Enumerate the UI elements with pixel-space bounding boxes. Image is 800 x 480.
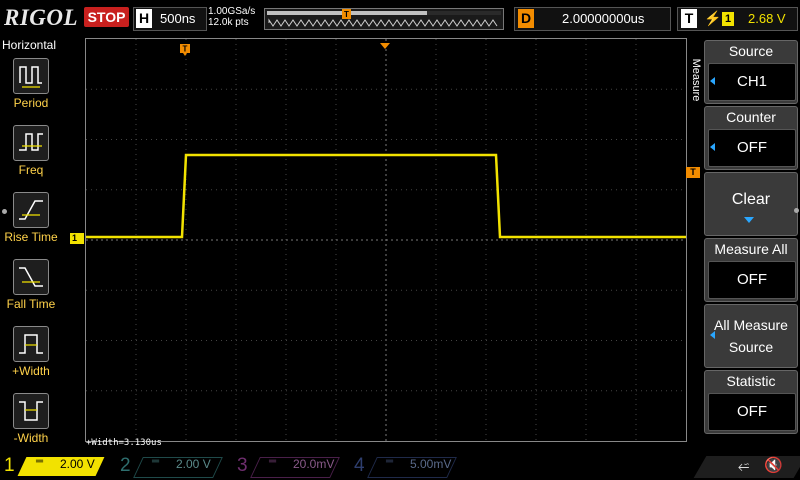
channel-status-bar: 1 ═ 2.00 V 2 ═ 2.00 V 3 ═ 20.0mV 4 ═ 5.0…	[0, 454, 800, 480]
statistic-title: Statistic	[726, 373, 776, 389]
trigger-source-channel: 1	[722, 12, 734, 26]
source-value: CH1	[708, 63, 796, 101]
timebase-value: 500ns	[160, 11, 196, 26]
menu-tab-label: Measure	[690, 58, 702, 102]
sample-info: 1.00GSa/s 12.0k pts	[208, 6, 255, 28]
counter-title: Counter	[726, 109, 776, 125]
brand-logo: RIGOL	[4, 5, 79, 30]
run-stop-status[interactable]: STOP	[84, 7, 129, 27]
dc-coupling-icon: ═	[269, 456, 277, 467]
period-label: Period	[13, 96, 49, 110]
all-measure-title: All Measure	[714, 317, 788, 333]
measurement-readout: +Width=3.130us	[86, 438, 162, 448]
left-arrow-icon	[710, 77, 715, 85]
fall-time-label: Fall Time	[6, 297, 56, 311]
left-menu-title: Horizontal	[2, 38, 57, 52]
measure-all-value: OFF	[708, 261, 796, 299]
delay-label: D	[518, 9, 534, 28]
trigger-position-marker-label: T	[183, 45, 188, 54]
ch1-number: 1	[4, 455, 15, 476]
ch1-offset-marker[interactable]: 1	[70, 233, 84, 244]
dc-coupling-icon: ═	[36, 456, 44, 467]
clear-softkey[interactable]: Clear	[704, 172, 798, 236]
rise-time-icon	[13, 192, 49, 228]
trigger-label: T	[681, 9, 697, 28]
all-measure-source-label: Source	[728, 339, 774, 355]
measure-period-button[interactable]: Period	[0, 58, 62, 124]
memory-waveform-preview: T	[267, 9, 501, 27]
clear-label: Clear	[731, 191, 771, 208]
rise-time-label: Rise Time	[4, 230, 58, 244]
ch1-status[interactable]: 1 ═ 2.00 V	[0, 454, 115, 480]
delay-value: 2.00000000us	[562, 11, 645, 26]
center-pointer-icon	[379, 38, 391, 56]
trigger-position-marker: T	[180, 43, 190, 56]
right-measure-menu: Measure Source CH1 Counter OFF Clear Mea…	[688, 38, 800, 454]
source-softkey[interactable]: Source CH1	[704, 40, 798, 104]
menu-page-dot	[794, 208, 799, 213]
positive-width-icon	[13, 326, 49, 362]
ch4-scale: 5.00mV	[410, 457, 452, 471]
measure-all-title: Measure All	[714, 241, 788, 257]
down-arrow-icon	[744, 217, 754, 223]
ch2-scale: 2.00 V	[176, 457, 211, 471]
source-title: Source	[728, 43, 774, 59]
svg-text:T: T	[344, 10, 349, 19]
ch4-number: 4	[354, 455, 365, 476]
delay-display[interactable]: D 2.00000000us	[514, 7, 671, 31]
left-arrow-icon	[710, 331, 715, 339]
statistic-value: OFF	[708, 393, 796, 431]
trigger-level-value: 2.68 V	[748, 11, 786, 26]
speaker-muted-icon[interactable]: 🔇	[764, 456, 783, 474]
negative-width-icon	[13, 393, 49, 429]
top-status-bar: RIGOL STOP H 500ns 1.00GSa/s 12.0k pts T…	[0, 0, 800, 36]
measure-fall-time-button[interactable]: Fall Time	[0, 259, 62, 325]
memory-overview-strip: T	[264, 8, 504, 30]
ch1-scale: 2.00 V	[60, 457, 95, 471]
ch2-number: 2	[120, 455, 131, 476]
dc-coupling-icon: ═	[386, 456, 394, 467]
menu-page-dot	[2, 209, 7, 214]
measure-rise-time-button[interactable]: Rise Time	[0, 192, 62, 258]
fall-time-icon	[13, 259, 49, 295]
graticule	[86, 39, 686, 441]
all-measure-source-softkey[interactable]: All Measure Source	[704, 304, 798, 368]
horizontal-timebase[interactable]: H 500ns	[133, 7, 207, 31]
counter-softkey[interactable]: Counter OFF	[704, 106, 798, 170]
usb-icon: ⭁	[738, 458, 750, 474]
trigger-display[interactable]: T ⚡ 1 2.68 V	[677, 7, 798, 31]
dc-coupling-icon: ═	[152, 456, 160, 467]
positive-width-label: +Width	[12, 364, 50, 378]
counter-value: OFF	[708, 129, 796, 167]
ch3-scale: 20.0mV	[293, 457, 335, 471]
frequency-icon	[13, 125, 49, 161]
ch3-status[interactable]: 3 ═ 20.0mV	[233, 454, 348, 480]
horizontal-label: H	[136, 9, 152, 28]
rising-edge-icon: ⚡	[704, 10, 722, 26]
ch4-status[interactable]: 4 ═ 5.00mV	[350, 454, 465, 480]
left-measure-menu: Horizontal Period Freq Rise Time Fall Ti…	[0, 36, 62, 454]
period-icon	[13, 58, 49, 94]
measure-negative-width-button[interactable]: -Width	[0, 393, 62, 459]
menu-tab: Measure	[688, 38, 703, 130]
trigger-position-mini-icon: T	[342, 9, 351, 19]
measure-frequency-button[interactable]: Freq	[0, 125, 62, 191]
memory-depth: 12.0k pts	[208, 17, 249, 28]
ch3-number: 3	[237, 455, 248, 476]
waveform-display[interactable]	[85, 38, 687, 442]
left-arrow-icon	[710, 143, 715, 151]
negative-width-label: -Width	[13, 431, 49, 445]
measure-all-softkey[interactable]: Measure All OFF	[704, 238, 798, 302]
measure-positive-width-button[interactable]: +Width	[0, 326, 62, 392]
statistic-softkey[interactable]: Statistic OFF	[704, 370, 798, 434]
ch2-status[interactable]: 2 ═ 2.00 V	[116, 454, 231, 480]
freq-label: Freq	[18, 163, 44, 177]
sample-rate: 1.00GSa/s	[208, 6, 256, 17]
